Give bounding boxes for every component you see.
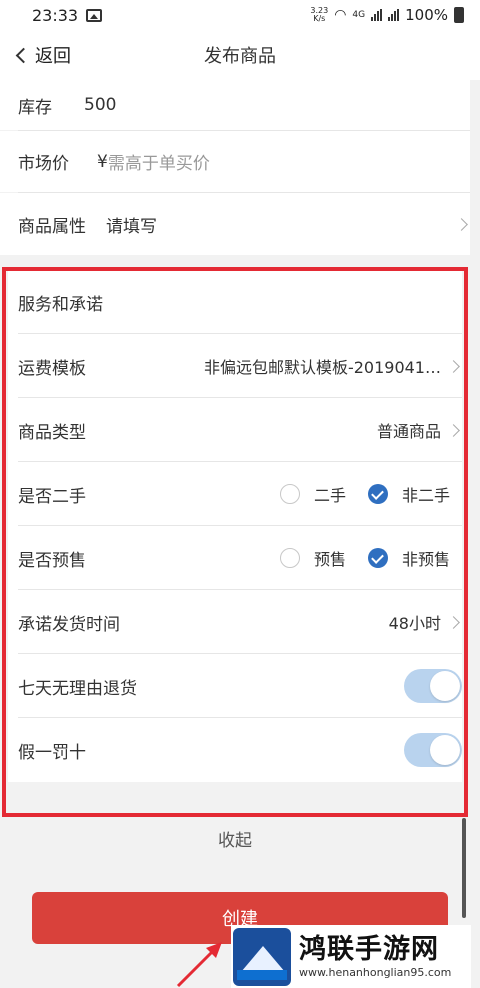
battery-percent: 100%: [405, 6, 448, 24]
highlight-box: [2, 267, 468, 817]
annotation-arrow: [176, 942, 222, 988]
watermark-brand: 鸿联手游网: [299, 933, 439, 965]
collapse-label: 收起: [218, 830, 252, 851]
watermark-url: www.henanhonglian95.com: [299, 965, 452, 979]
back-button[interactable]: 返回: [14, 30, 71, 80]
network-speed-unit: K/s: [313, 14, 326, 23]
market-price-row[interactable]: 市场价 ¥ 需高于单买价: [0, 131, 470, 192]
signal-icon-2: [388, 9, 400, 21]
currency-symbol: ¥: [97, 151, 108, 172]
page-title: 发布商品: [204, 46, 276, 67]
image-notification-icon: [86, 8, 103, 22]
wifi-icon: ◠: [334, 7, 347, 23]
status-bar: 23:33 3.23 K/s ◠ 4G 100%: [0, 0, 480, 30]
stock-label: 库存: [18, 97, 52, 118]
chevron-right-icon: [455, 217, 468, 231]
signal-icon: [371, 9, 383, 21]
status-time: 23:33: [32, 5, 79, 25]
battery-icon: [454, 7, 464, 23]
watermark: 鸿联手游网 www.henanhonglian95.com: [231, 925, 471, 988]
attributes-label: 商品属性: [18, 216, 86, 237]
chevron-left-icon: [15, 47, 32, 63]
attributes-value: 请填写: [106, 216, 157, 237]
watermark-logo: [233, 927, 291, 986]
watermark-text: 鸿联手游网 www.henanhonglian95.com: [299, 934, 451, 980]
stock-value[interactable]: 500: [84, 95, 116, 115]
stock-row[interactable]: 库存 500: [0, 80, 470, 130]
network-type: 4G: [352, 10, 366, 20]
nav-bar: 返回 发布商品: [0, 30, 480, 80]
market-price-label: 市场价: [18, 154, 69, 174]
status-icons: 3.23 K/s ◠ 4G 100%: [310, 6, 464, 24]
collapse-button[interactable]: 收起: [0, 818, 470, 858]
network-speed: 3.23 K/s: [310, 7, 328, 23]
market-price-input[interactable]: 需高于单买价: [108, 149, 210, 174]
back-label: 返回: [35, 46, 71, 67]
attributes-row[interactable]: 商品属性 请填写: [0, 193, 470, 255]
